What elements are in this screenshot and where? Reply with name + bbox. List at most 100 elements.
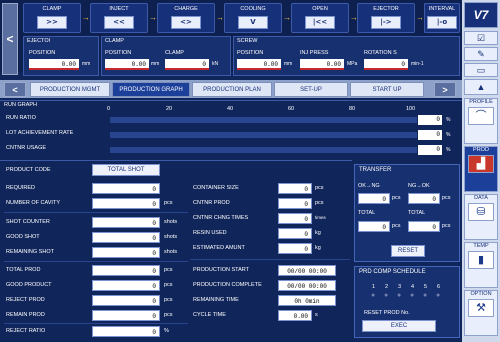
stage-label: COOLING (240, 6, 266, 12)
product-code-label: PRODUCT CODE (6, 167, 51, 173)
tab-production-mgmt[interactable]: PRODUCTION MGMT (30, 82, 110, 97)
schedule-dot-icon: ● (436, 292, 441, 299)
run-ratio-label: RUN RATIO (6, 115, 36, 121)
scale-tick: 80 (349, 106, 356, 112)
profile-graph-icon: ⌒ (468, 107, 494, 125)
stage-interval[interactable]: INTERVAL |-o (424, 3, 460, 33)
cntnr-usage-bar (110, 147, 417, 153)
product-code-field[interactable]: TOTAL SHOT (92, 164, 160, 176)
production-complete-value[interactable]: 00/00 00:00 (278, 280, 336, 291)
cntnr-chng-value[interactable]: 0 (278, 213, 312, 224)
remain-prod-unit: pcs (164, 312, 173, 318)
cycle-time-value[interactable]: 0.00 (278, 310, 312, 321)
reject-ratio-value[interactable]: 0 (92, 326, 160, 337)
remaining-shot-value[interactable]: 0 (92, 247, 160, 258)
required-value[interactable]: 0 (92, 183, 160, 194)
ng-ok-value[interactable]: 0 (408, 193, 440, 204)
run-ratio-unit: % (446, 117, 451, 123)
good-product-value[interactable]: 0 (92, 280, 160, 291)
stage-charge[interactable]: CHARGE <> (157, 3, 215, 33)
remaining-time-value[interactable]: 0h 0min (278, 295, 336, 306)
reset-prod-label: RESET PROD No. (364, 310, 410, 316)
stage-label: EJECTOR (373, 6, 399, 12)
ok-ng-value[interactable]: 0 (358, 193, 390, 204)
schedule-dot-icon: ● (384, 292, 389, 299)
inj-press-label: INJ PRESS (300, 50, 329, 56)
container-size-label: CONTAINER SIZE (193, 185, 239, 191)
flow-arrow-icon: → (283, 13, 291, 22)
stage-inject[interactable]: INJECT << (90, 3, 148, 33)
clamp-panel: CLAMP POSITION 0.00 mm CLAMP 0 kN (101, 36, 231, 76)
tab-set-up[interactable]: SET-UP (274, 82, 348, 97)
clamp-position-value: 0.00 (105, 59, 149, 70)
sidebar-up-arrow[interactable]: ▲ (464, 79, 498, 95)
sidebar-item-label: PROFILE (469, 99, 493, 105)
screw-panel: SCREW POSITION 0.00 mm INJ PRESS 0.00 MP… (233, 36, 460, 76)
shot-counter-unit: shots (164, 219, 178, 225)
cavity-unit: pcs (164, 200, 173, 206)
shot-counter-label: SHOT COUNTER (6, 219, 50, 225)
total-right-value[interactable]: 0 (408, 221, 440, 232)
sidebar-item-profile[interactable]: PROFILE ⌒ (464, 98, 498, 144)
run-graph-title: RUN GRAPH (4, 102, 38, 108)
reject-ratio-label: REJECT RATIO (6, 328, 46, 334)
tab-production-plan[interactable]: PRODUCTION PLAN (192, 82, 272, 97)
sidebar-item-data[interactable]: DATA ⛁ (464, 194, 498, 240)
estimated-amount-value[interactable]: 0 (278, 243, 312, 254)
ejector-position-value: 0.00 (29, 59, 79, 70)
clamp-force-label: CLAMP (165, 50, 184, 56)
stage-label: INTERVAL (428, 6, 456, 12)
cycle-time-label: CYCLE TIME (193, 312, 226, 318)
reject-prod-value[interactable]: 0 (92, 295, 160, 306)
exec-button[interactable]: EXEC (362, 320, 436, 332)
cntnr-prod-value[interactable]: 0 (278, 198, 312, 209)
tab-next-arrow[interactable]: > (434, 82, 456, 97)
tab-start-up[interactable]: START UP (350, 82, 424, 97)
schedule-dot-icon: ● (410, 292, 415, 299)
ng-ok-unit: pcs (442, 195, 451, 201)
divider (4, 261, 188, 262)
stage-clamp[interactable]: CLAMP >> (23, 3, 81, 33)
clamp-head: CLAMP (105, 38, 124, 44)
sidebar-item-temp[interactable]: TEMP ▮ (464, 242, 498, 288)
stage-open[interactable]: OPEN |<< (291, 3, 349, 33)
sidebar-item-option[interactable]: OPTION ⚒ (464, 290, 498, 336)
prev-arrow-button[interactable]: < (2, 3, 18, 75)
inj-press-unit: MPa (347, 61, 358, 67)
open-icon: |<< (305, 16, 335, 29)
wrench-icon: ⚒ (468, 299, 494, 317)
scale-tick: 40 (227, 106, 234, 112)
total-prod-value[interactable]: 0 (92, 265, 160, 276)
stage-ejector[interactable]: EJECTOR |-> (357, 3, 415, 33)
remaining-time-label: REMAINING TIME (193, 297, 239, 303)
transfer-reset-button[interactable]: RESET (391, 245, 425, 257)
cntnr-prod-unit: pcs (315, 200, 324, 206)
tab-production-graph[interactable]: PRODUCTION GRAPH (112, 82, 190, 97)
cooling-icon: V (238, 16, 268, 29)
container-size-value[interactable]: 0 (278, 183, 312, 194)
lot-achievement-unit: % (446, 132, 451, 138)
sidebar-item-label: DATA (474, 195, 488, 201)
resin-used-value[interactable]: 0 (278, 228, 312, 239)
ejector-position-label: POSITION (29, 50, 56, 56)
schedule-title: PRD COMP SCHEDULE (359, 269, 426, 275)
production-start-value[interactable]: 00/00 00:00 (278, 265, 336, 276)
cntnr-usage-unit: % (446, 147, 451, 153)
stage-cooling[interactable]: COOLING V (224, 3, 282, 33)
run-ratio-value: 0 (418, 115, 442, 125)
screw-position-unit: mm (284, 61, 293, 67)
menu-shortcut-icon[interactable]: ☑ (464, 31, 498, 45)
remain-prod-value[interactable]: 0 (92, 310, 160, 321)
tab-prev-arrow[interactable]: < (4, 82, 26, 97)
ejector-icon: |-> (371, 16, 401, 29)
shot-counter-value[interactable]: 0 (92, 217, 160, 228)
edit-shortcut-icon[interactable]: ✎ (464, 47, 498, 61)
divider (190, 259, 350, 260)
cavity-value[interactable]: 0 (92, 198, 160, 209)
monitor-shortcut-icon[interactable]: ▭ (464, 63, 498, 77)
total-left-value[interactable]: 0 (358, 221, 390, 232)
schedule-number: 5 (424, 284, 428, 290)
sidebar-item-prod[interactable]: PROD ▟ (464, 146, 498, 192)
total-right-label: TOTAL (408, 210, 426, 216)
good-shot-value[interactable]: 0 (92, 232, 160, 243)
